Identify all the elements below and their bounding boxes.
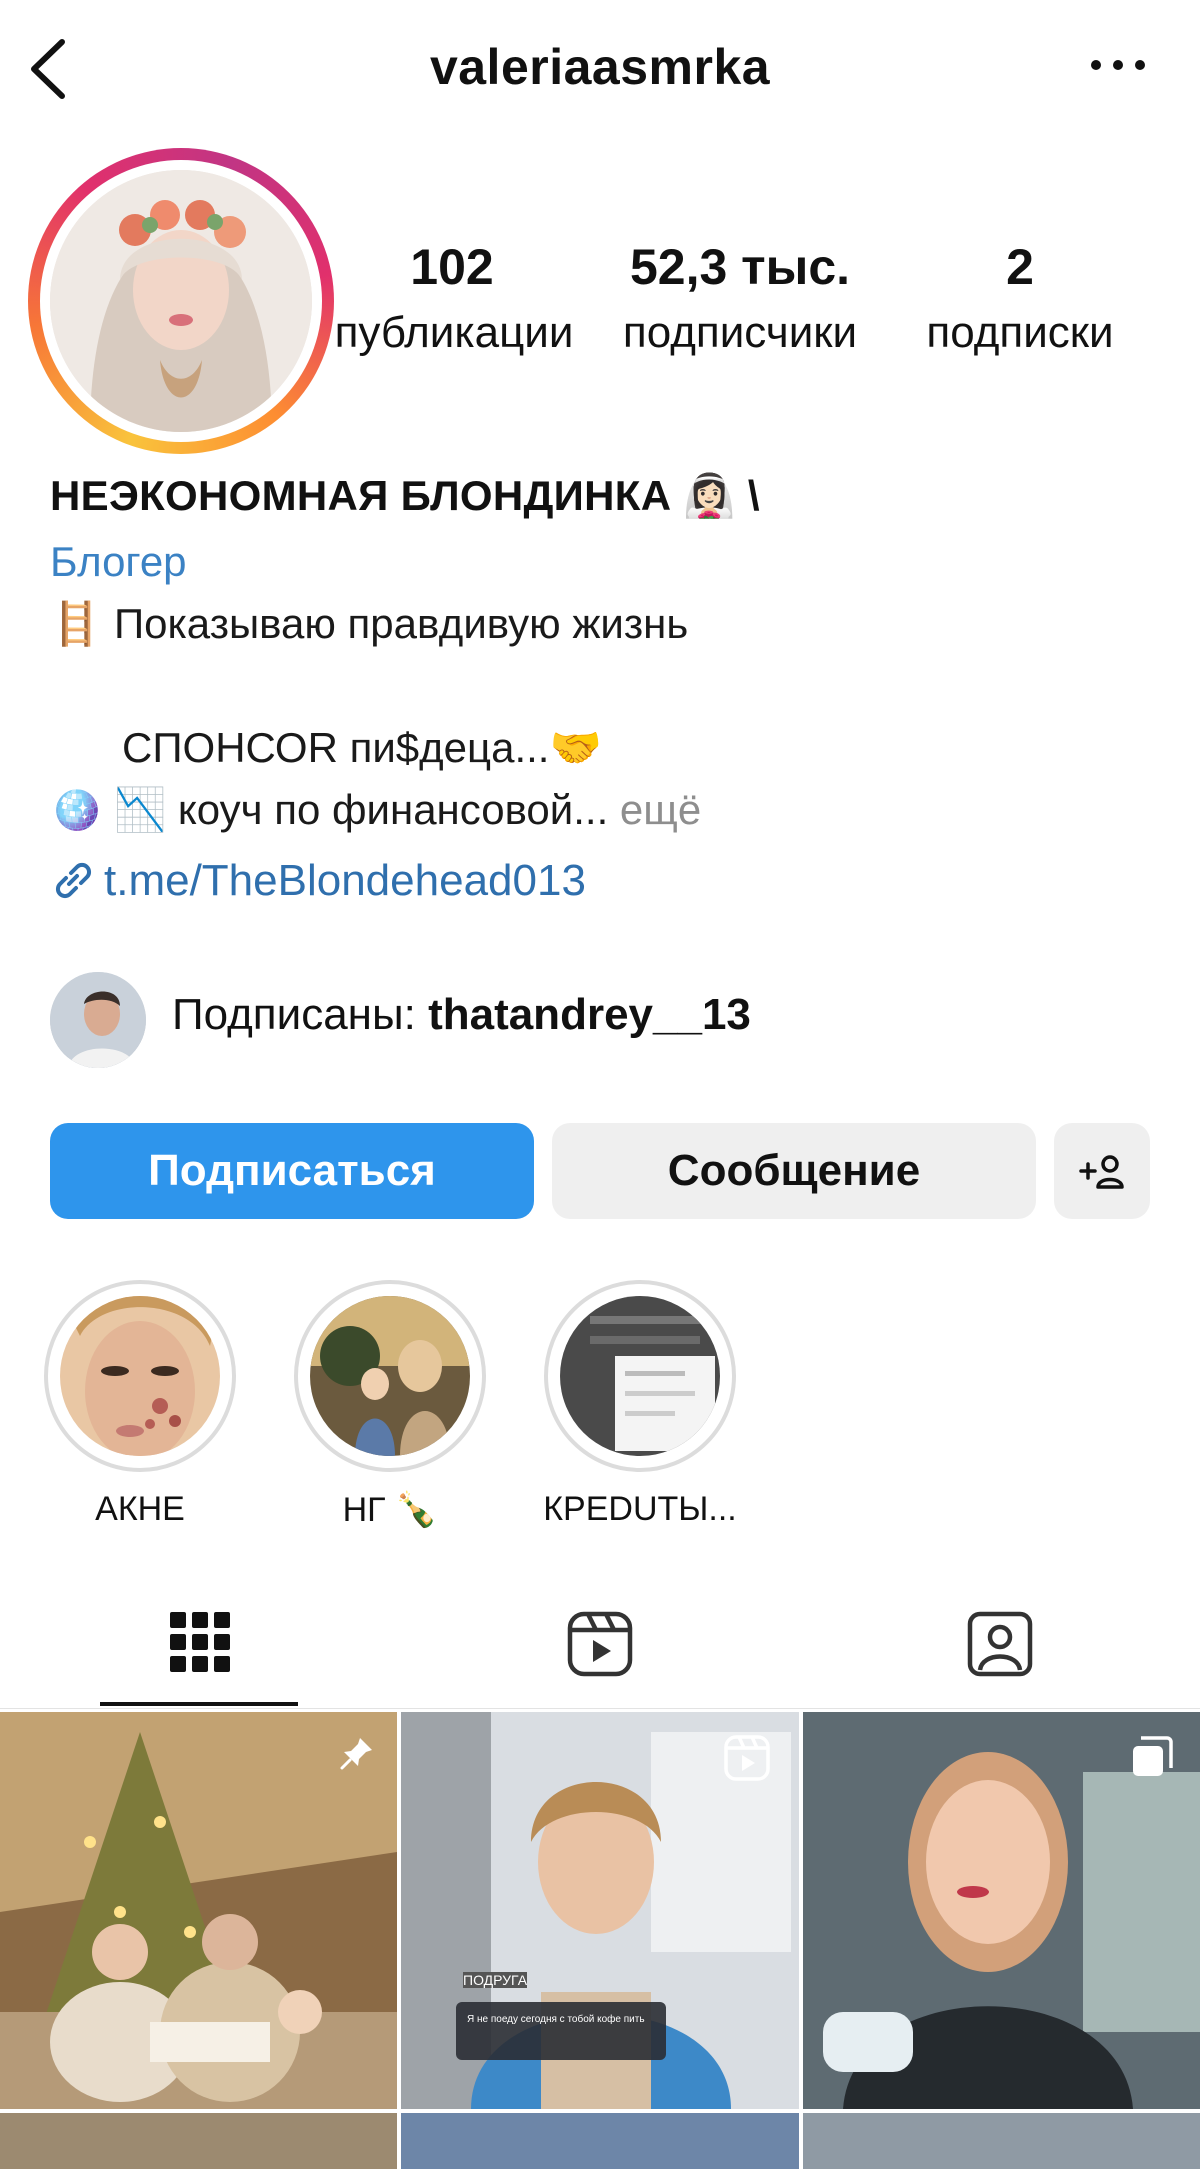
highlight-cover bbox=[310, 1296, 470, 1456]
highlight-1[interactable]: АКНЕ bbox=[44, 1280, 236, 1528]
tabs-divider bbox=[0, 1708, 1200, 1709]
more-options-button[interactable] bbox=[1088, 50, 1148, 80]
mutual-follower-avatar[interactable] bbox=[50, 972, 146, 1068]
message-button[interactable]: Сообщение bbox=[552, 1123, 1036, 1219]
post-caption-text: Я не поеду сегодня с тобой кофе пить bbox=[467, 2014, 645, 2025]
follow-button[interactable]: Подписаться bbox=[50, 1123, 534, 1219]
highlight-cover bbox=[560, 1296, 720, 1456]
profile-category: Блогер bbox=[50, 538, 187, 585]
tab-reels[interactable] bbox=[566, 1610, 634, 1683]
add-person-icon bbox=[1079, 1155, 1124, 1189]
posts-label: публикации bbox=[334, 308, 574, 357]
highlight-3[interactable]: КРЕDUТЫ... bbox=[543, 1280, 737, 1528]
profile-username: valeriaasmrka bbox=[429, 39, 771, 95]
active-tab-indicator bbox=[100, 1702, 298, 1706]
highlight-2[interactable]: НГ 🍾 bbox=[294, 1280, 486, 1529]
highlight-ring bbox=[44, 1280, 236, 1472]
more-horizontal-icon bbox=[1091, 60, 1145, 70]
post-thumbnail[interactable] bbox=[803, 2113, 1200, 2169]
profile-avatar[interactable] bbox=[50, 170, 312, 432]
followers-label: подписчики bbox=[622, 308, 858, 357]
followed-by-prefix: Подписаны: bbox=[172, 990, 429, 1039]
highlight-label: НГ 🍾 bbox=[342, 1491, 438, 1529]
grid-icon bbox=[170, 1612, 230, 1672]
posts-count: 102 bbox=[410, 239, 494, 295]
post-thumbnail[interactable] bbox=[803, 1712, 1200, 2109]
followers-stat[interactable]: 52,3 тыс. bbox=[600, 238, 880, 296]
reel-icon bbox=[724, 1735, 770, 1781]
post-thumbnail[interactable] bbox=[401, 2113, 799, 2169]
followed-by-username: thatandrey__13 bbox=[428, 990, 751, 1039]
reels-icon bbox=[567, 1611, 633, 1677]
highlight-label: КРЕDUТЫ... bbox=[543, 1490, 737, 1528]
tagged-icon bbox=[967, 1611, 1033, 1677]
external-link[interactable]: t.me/TheBlondehead013 bbox=[50, 856, 586, 906]
link-icon bbox=[55, 862, 92, 899]
bio-line-2: СПОНСОR пи$деца...🤝 bbox=[122, 724, 602, 771]
bio-line-3: 🪩 📉 коуч по финансовой... bbox=[50, 786, 609, 833]
followers-count: 52,3 тыс. bbox=[629, 239, 851, 295]
more-link[interactable]: ещё bbox=[620, 786, 701, 833]
tab-grid[interactable] bbox=[168, 1610, 232, 1679]
suggest-people-button[interactable] bbox=[1054, 1123, 1150, 1219]
highlight-ring bbox=[294, 1280, 486, 1472]
post-thumbnail[interactable] bbox=[0, 2113, 397, 2169]
highlight-cover bbox=[60, 1296, 220, 1456]
tab-tagged[interactable] bbox=[966, 1610, 1034, 1683]
following-count: 2 bbox=[1006, 239, 1034, 295]
posts-stat[interactable]: 102 bbox=[352, 238, 552, 296]
highlight-label: АКНЕ bbox=[95, 1490, 185, 1528]
post-caption-title: ПОДРУГА bbox=[463, 1972, 528, 1988]
followed-by-text[interactable]: Подписаны: thatandrey__13 bbox=[172, 990, 751, 1040]
following-label: подписки bbox=[926, 308, 1114, 357]
profile-display-name: НЕЭКОНОМНАЯ БЛОНДИНКА 👰🏻‍♀️ \ bbox=[50, 472, 760, 519]
post-thumbnail[interactable] bbox=[0, 1712, 397, 2109]
pinned-icon bbox=[340, 1738, 372, 1770]
highlight-ring bbox=[544, 1280, 736, 1472]
link-text: t.me/TheBlondehead013 bbox=[104, 856, 586, 905]
carousel-icon bbox=[1133, 1736, 1173, 1776]
following-stat[interactable]: 2 bbox=[920, 238, 1120, 296]
post-thumbnail[interactable]: ПОДРУГА Я не поеду сегодня с тобой кофе … bbox=[401, 1712, 799, 2109]
bio-line-3-row: 🪩 📉 коуч по финансовой... ещё bbox=[50, 786, 701, 835]
bio-line-1: 🪜 Показываю правдивую жизнь bbox=[50, 600, 689, 647]
